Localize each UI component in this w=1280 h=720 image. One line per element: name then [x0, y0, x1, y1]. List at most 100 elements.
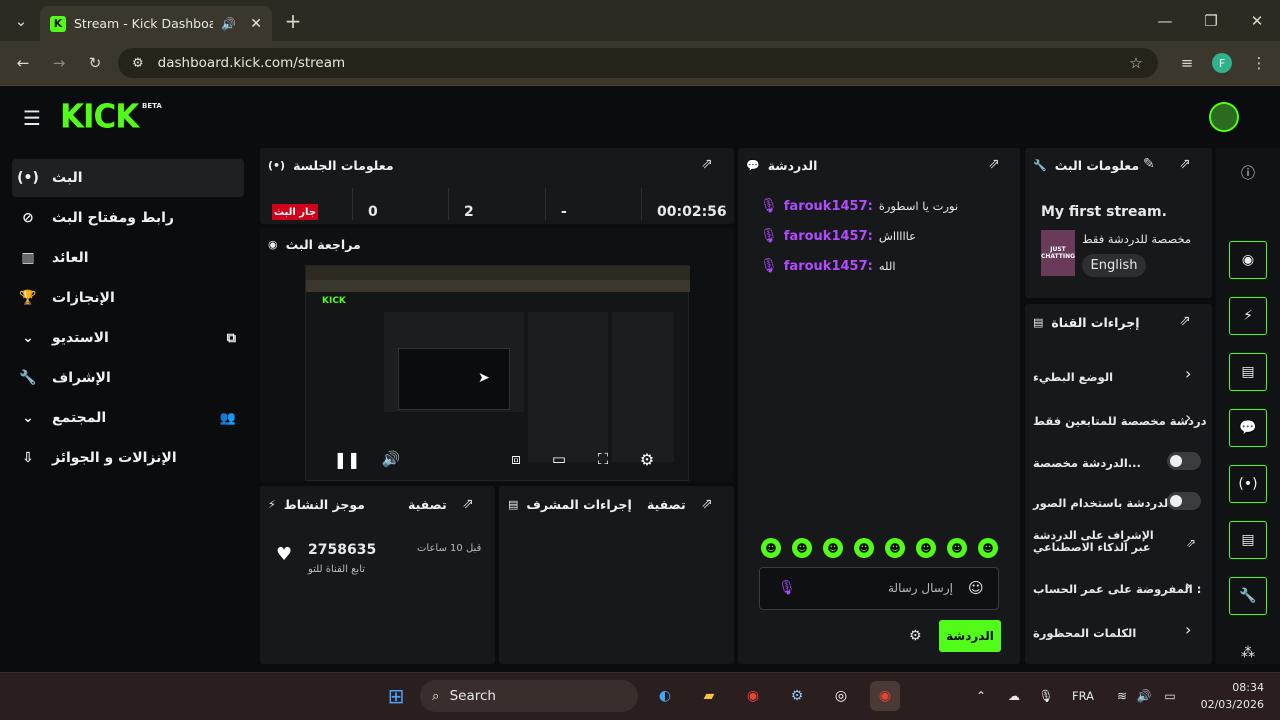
- address-bar[interactable]: ⚙ dashboard.kick.com/stream: [118, 48, 1158, 78]
- emote-icon[interactable]: ☻: [978, 538, 998, 558]
- chat-username[interactable]: farouk1457:: [784, 199, 873, 214]
- chrome-profile-icon[interactable]: ◉: [870, 681, 900, 711]
- back-icon[interactable]: ←: [8, 48, 38, 78]
- chat-widget-icon[interactable]: 💬: [1229, 409, 1267, 447]
- wrench-widget-icon[interactable]: 🔧: [1229, 577, 1267, 615]
- media-control-icon[interactable]: ≡: [1172, 48, 1202, 78]
- show-hidden-icons-icon[interactable]: ⌃: [972, 686, 990, 706]
- sidebar-item-studio[interactable]: ⌄ الاستديو ⧉: [12, 319, 244, 357]
- input-language[interactable]: FRA: [1072, 689, 1094, 703]
- popout-icon[interactable]: ⇗: [701, 156, 713, 172]
- channel-action-followers-only[interactable]: دردشة مخصصة للمتابعين فقط ›: [1033, 408, 1206, 428]
- popout-icon[interactable]: ⇗: [988, 156, 1000, 172]
- popout-icon[interactable]: ⇗: [701, 496, 713, 512]
- chrome-icon[interactable]: ◉: [738, 681, 768, 711]
- broadcast-widget-icon[interactable]: (•): [1229, 465, 1267, 503]
- activity-time: قبل 10 ساعات: [417, 543, 482, 554]
- emote-icon[interactable]: ☻: [761, 538, 781, 558]
- sidebar-item-stream[interactable]: (•) البث: [12, 159, 244, 197]
- bookmark-star-icon[interactable]: ☆: [1121, 48, 1151, 78]
- taskbar-search[interactable]: ⌕ Search: [420, 680, 638, 712]
- emote-only-toggle[interactable]: [1167, 492, 1201, 510]
- obs-icon[interactable]: ◎: [826, 681, 856, 711]
- fullscreen-icon[interactable]: ⛶: [592, 448, 614, 470]
- edit-pencil-icon[interactable]: ✎: [1143, 156, 1155, 172]
- minimize-icon[interactable]: —: [1150, 6, 1180, 36]
- channel-action-account-age[interactable]: المفروضة على عمر الحساب : ›: [1033, 576, 1203, 596]
- windows-start-icon[interactable]: ⊞: [381, 681, 411, 711]
- video-mini-panel: [528, 312, 608, 462]
- hamburger-menu-icon[interactable]: ☰: [18, 104, 46, 132]
- battery-icon[interactable]: ▭: [1158, 686, 1182, 706]
- clock-time[interactable]: 08:34: [1222, 681, 1264, 694]
- sidebar-item-achievements[interactable]: 🏆 الإنجازات: [12, 279, 244, 317]
- activity-filter-button[interactable]: تصفية: [408, 497, 447, 512]
- stream-preview-widget-icon[interactable]: ◉: [1229, 241, 1267, 279]
- chat-username[interactable]: farouk1457:: [784, 229, 873, 244]
- browser-tab[interactable]: K Stream - Kick Dashboard 🔊 ✕: [40, 6, 272, 41]
- channel-action-slow-mode[interactable]: الوضع البطيء ›: [1033, 364, 1203, 384]
- stream-category[interactable]: مخصصة للدردشة فقط: [1082, 232, 1191, 246]
- tab-list-chevron-icon[interactable]: ⌄: [6, 6, 36, 36]
- chat-input[interactable]: 🎙 إرسال رسالة ☺: [759, 567, 999, 610]
- sidebar-item-moderation[interactable]: 🔧 الإشراف: [12, 359, 244, 397]
- mod-filter-button[interactable]: تصفية: [647, 497, 686, 512]
- user-avatar[interactable]: [1209, 102, 1239, 132]
- sidebar-item-drops[interactable]: ⇩ الإنزالات و الجوائز: [12, 439, 244, 477]
- speaker-icon[interactable]: 🔊: [1134, 686, 1154, 706]
- layout-widget-icon[interactable]: ▤: [1229, 521, 1267, 559]
- clock-date[interactable]: 02/03/2026: [1190, 698, 1264, 711]
- subscribers-only-toggle[interactable]: [1167, 452, 1201, 470]
- steam-icon[interactable]: ⚙: [782, 681, 812, 711]
- emote-icon[interactable]: ☻: [854, 538, 874, 558]
- new-tab-icon[interactable]: +: [278, 6, 308, 36]
- document-widget-icon[interactable]: ▤: [1229, 353, 1267, 391]
- popout-icon[interactable]: ⇗: [462, 496, 474, 512]
- sidebar-item-stream-key[interactable]: ⊘ رابط ومفتاح البث: [12, 199, 244, 237]
- mod-actions-header: ▤ إجراءات المشرف: [508, 497, 632, 512]
- category-thumbnail[interactable]: JUST CHATTING: [1041, 230, 1075, 276]
- chat-username[interactable]: farouk1457:: [784, 259, 873, 274]
- video-player[interactable]: KICK ➤: [305, 265, 690, 481]
- theater-mode-icon[interactable]: ▭: [548, 448, 570, 470]
- kick-logo[interactable]: KICK: [60, 98, 139, 136]
- network-status-icon[interactable]: ☁: [1004, 686, 1024, 706]
- emoji-icon[interactable]: ☺: [968, 579, 984, 597]
- pause-icon[interactable]: ❚❚: [334, 448, 361, 470]
- audio-playing-icon[interactable]: 🔊: [221, 17, 236, 31]
- reload-icon[interactable]: ↻: [80, 48, 110, 78]
- channel-action-label: الدردشة مخصصة...: [1033, 456, 1141, 470]
- emote-icon[interactable]: ☻: [885, 538, 905, 558]
- picture-in-picture-icon[interactable]: ⧈: [505, 448, 527, 470]
- lightning-widget-icon[interactable]: ⚡: [1229, 297, 1267, 335]
- sidebar-item-community[interactable]: ⌄ المجتمع 👥: [12, 399, 244, 437]
- emote-icon[interactable]: ☻: [792, 538, 812, 558]
- popout-icon[interactable]: ⇗: [1179, 156, 1191, 172]
- edge-icon[interactable]: ◐: [650, 681, 680, 711]
- sidebar-item-revenue[interactable]: ▥ العائد: [12, 239, 244, 277]
- external-link-icon[interactable]: ⇗: [1186, 536, 1196, 550]
- more-widgets-icon[interactable]: ⁂: [1237, 642, 1259, 664]
- chat-text: عاااااش: [878, 229, 917, 243]
- emote-icon[interactable]: ☻: [916, 538, 936, 558]
- wifi-icon[interactable]: ≋: [1112, 686, 1132, 706]
- browser-menu-icon[interactable]: ⋮: [1244, 48, 1274, 78]
- volume-icon[interactable]: 🔊: [380, 448, 402, 470]
- info-icon[interactable]: ⓘ: [1237, 162, 1259, 184]
- channel-action-ai-moderation[interactable]: الإشراف على الدردشة عبر الذكاء الاصطناعي: [1033, 530, 1173, 560]
- forward-icon[interactable]: →: [44, 48, 74, 78]
- microphone-tray-icon[interactable]: 🎙: [1036, 686, 1056, 706]
- profile-avatar[interactable]: F: [1212, 53, 1232, 73]
- popout-icon[interactable]: ⇗: [1179, 313, 1191, 329]
- send-chat-button[interactable]: الدردشة: [939, 620, 1001, 652]
- channel-action-banned-words[interactable]: الكلمات المحظورة ›: [1033, 620, 1203, 640]
- settings-gear-icon[interactable]: ⚙: [636, 448, 658, 470]
- file-explorer-icon[interactable]: ▰: [694, 681, 724, 711]
- restore-icon[interactable]: ❐: [1196, 6, 1226, 36]
- site-info-icon[interactable]: ⚙: [132, 56, 144, 71]
- emote-icon[interactable]: ☻: [947, 538, 967, 558]
- chat-settings-gear-icon[interactable]: ⚙: [909, 628, 922, 644]
- emote-icon[interactable]: ☻: [823, 538, 843, 558]
- close-tab-icon[interactable]: ✕: [250, 16, 262, 32]
- window-close-icon[interactable]: ✕: [1242, 6, 1272, 36]
